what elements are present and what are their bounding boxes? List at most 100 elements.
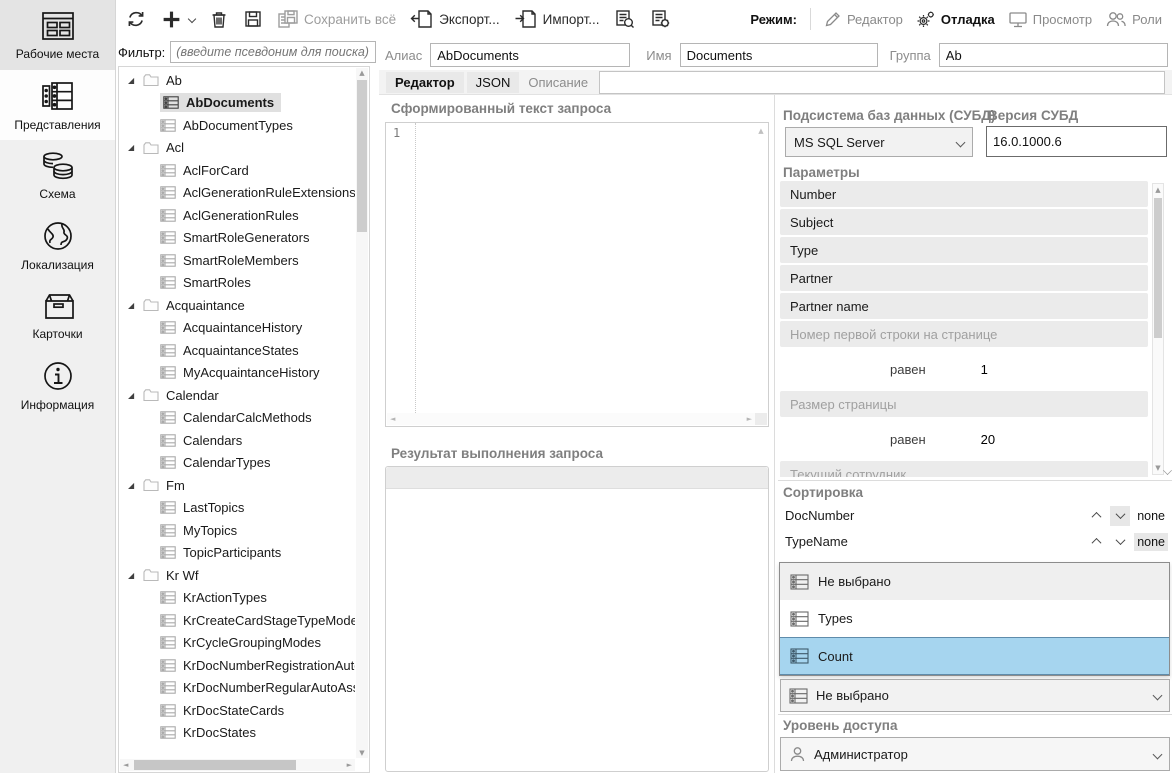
- mode-roles[interactable]: Роли: [1105, 10, 1162, 28]
- group-input[interactable]: [939, 43, 1168, 67]
- scroll-left-icon[interactable]: ◄: [123, 759, 128, 771]
- selected-tree-item[interactable]: AbDocuments: [160, 93, 281, 112]
- reference-combobox[interactable]: Не выбрано: [780, 679, 1170, 712]
- expander-icon[interactable]: ◢: [128, 391, 138, 400]
- tab-json[interactable]: JSON: [467, 72, 520, 93]
- mode-debug[interactable]: Отладка: [916, 10, 995, 29]
- mode-preview[interactable]: Просмотр: [1008, 10, 1092, 28]
- tree-item[interactable]: LastTopics: [119, 497, 355, 520]
- sort-order-value[interactable]: none: [1134, 507, 1168, 525]
- tree-item[interactable]: AcquaintanceHistory: [119, 317, 355, 340]
- tree-item[interactable]: MyAcquaintanceHistory: [119, 362, 355, 385]
- sidebar-item-schema[interactable]: Схема: [0, 140, 115, 210]
- tree-group[interactable]: ◢Kr Wf: [119, 564, 355, 587]
- sidebar-item-workplaces[interactable]: Рабочие места: [0, 0, 115, 70]
- expander-icon[interactable]: ◢: [128, 571, 138, 580]
- tree-group[interactable]: ◢Acl: [119, 137, 355, 160]
- tree-item[interactable]: AcquaintanceStates: [119, 339, 355, 362]
- tree-item[interactable]: KrDocStateCards: [119, 699, 355, 722]
- tree-item[interactable]: AclGenerationRuleExtensions: [119, 182, 355, 205]
- access-level-combobox[interactable]: Администратор: [780, 737, 1170, 771]
- mode-editor[interactable]: Редактор: [824, 10, 903, 28]
- filter-input[interactable]: [170, 41, 376, 63]
- tree-item[interactable]: KrDocNumberRegularAutoAssign: [119, 677, 355, 700]
- tree-item[interactable]: KrCycleGroupingModes: [119, 632, 355, 655]
- db-version-input[interactable]: [986, 126, 1167, 157]
- delete-button[interactable]: [209, 9, 229, 30]
- parameter-row[interactable]: Размер страницы: [780, 391, 1148, 417]
- tree-item[interactable]: KrActionTypes: [119, 587, 355, 610]
- scroll-left-icon[interactable]: ◄: [390, 413, 395, 425]
- sidebar-item-localization[interactable]: Локализация: [0, 210, 115, 280]
- tree-item[interactable]: SmartRoles: [119, 272, 355, 295]
- parameter-condition-row[interactable]: равен1: [780, 349, 1148, 389]
- scroll-thumb[interactable]: [134, 760, 296, 770]
- sort-order-value[interactable]: none: [1134, 533, 1168, 551]
- editor-horizontal-scrollbar[interactable]: ◄ ►: [387, 413, 755, 425]
- sidebar-item-info[interactable]: Информация: [0, 350, 115, 420]
- editor-vertical-scrollbar[interactable]: ▲: [755, 124, 767, 413]
- expander-icon[interactable]: ◢: [128, 143, 138, 152]
- sidebar-item-cards[interactable]: Карточки: [0, 280, 115, 350]
- tree-item[interactable]: TopicParticipants: [119, 542, 355, 565]
- sort-up-button[interactable]: [1086, 506, 1106, 526]
- sidebar-item-views[interactable]: Представления: [0, 70, 115, 140]
- parameter-row[interactable]: Partner name: [780, 293, 1148, 319]
- tree-group[interactable]: ◢Fm: [119, 474, 355, 497]
- scroll-up-icon[interactable]: ▲: [755, 124, 767, 135]
- dropdown-item-not-selected[interactable]: Не выбрано: [780, 563, 1169, 600]
- tree-group[interactable]: ◢Acquaintance: [119, 294, 355, 317]
- tree-item[interactable]: MyTopics: [119, 519, 355, 542]
- scroll-thumb[interactable]: [357, 80, 367, 232]
- description-input[interactable]: [599, 71, 1165, 94]
- tree-item[interactable]: KrDocNumberRegistrationAutoA: [119, 654, 355, 677]
- tree-item[interactable]: SmartRoleGenerators: [119, 227, 355, 250]
- tree-group[interactable]: ◢Ab: [119, 69, 355, 92]
- scroll-thumb[interactable]: [1154, 198, 1162, 338]
- refresh-button[interactable]: [125, 8, 147, 30]
- sort-down-button[interactable]: [1110, 532, 1130, 552]
- db-subsystem-combobox[interactable]: MS SQL Server: [785, 127, 973, 157]
- tree-item[interactable]: KrDocStates: [119, 722, 355, 745]
- tree-item[interactable]: AclGenerationRules: [119, 204, 355, 227]
- expander-icon[interactable]: ◢: [128, 76, 138, 85]
- add-button[interactable]: [161, 9, 195, 30]
- scroll-right-icon[interactable]: ►: [347, 759, 352, 771]
- dropdown-item-count[interactable]: Count: [780, 637, 1169, 675]
- parameters-scrollbar[interactable]: ▲ ▼: [1152, 183, 1164, 475]
- scroll-right-icon[interactable]: ►: [747, 413, 752, 425]
- alias-input[interactable]: [430, 43, 630, 67]
- scroll-down-icon[interactable]: ▼: [1153, 464, 1163, 472]
- tree-item[interactable]: AbDocuments: [119, 92, 355, 115]
- tree-item[interactable]: KrCreateCardStageTypeModes: [119, 609, 355, 632]
- expander-icon[interactable]: ◢: [128, 481, 138, 490]
- view-settings-button[interactable]: [650, 8, 672, 30]
- name-input[interactable]: [680, 43, 878, 67]
- save-all-button[interactable]: Сохранить всё: [277, 9, 396, 29]
- save-button[interactable]: [243, 9, 263, 29]
- tree-item[interactable]: CalendarTypes: [119, 452, 355, 475]
- tree-item[interactable]: AbDocumentTypes: [119, 114, 355, 137]
- dropdown-item-types[interactable]: Types: [780, 600, 1169, 637]
- tree-item[interactable]: SmartRoleMembers: [119, 249, 355, 272]
- tree-item[interactable]: AclForCard: [119, 159, 355, 182]
- parameter-row[interactable]: Partner: [780, 265, 1148, 291]
- parameter-row[interactable]: Type: [780, 237, 1148, 263]
- sort-up-button[interactable]: [1086, 532, 1106, 552]
- condition-value[interactable]: 20: [981, 432, 995, 447]
- condition-value[interactable]: 1: [981, 362, 988, 377]
- tree-item[interactable]: Calendars: [119, 429, 355, 452]
- parameter-row[interactable]: Subject: [780, 209, 1148, 235]
- expander-icon[interactable]: ◢: [128, 301, 138, 310]
- chevron-down-icon[interactable]: [1163, 466, 1172, 475]
- tree-horizontal-scrollbar[interactable]: ◄ ►: [120, 759, 355, 771]
- tab-editor[interactable]: Редактор: [386, 72, 464, 93]
- tree-item[interactable]: CalendarCalcMethods: [119, 407, 355, 430]
- parameter-row[interactable]: Текущий сотрудник: [780, 461, 1148, 477]
- parameter-row[interactable]: Номер первой строки на странице: [780, 321, 1148, 347]
- tree-vertical-scrollbar[interactable]: ▲ ▼: [356, 68, 368, 758]
- query-text-editor[interactable]: 1 ▲ ◄ ►: [385, 122, 769, 427]
- sort-down-button[interactable]: [1110, 506, 1130, 526]
- tree-group[interactable]: ◢Calendar: [119, 384, 355, 407]
- find-view-button[interactable]: [614, 8, 636, 30]
